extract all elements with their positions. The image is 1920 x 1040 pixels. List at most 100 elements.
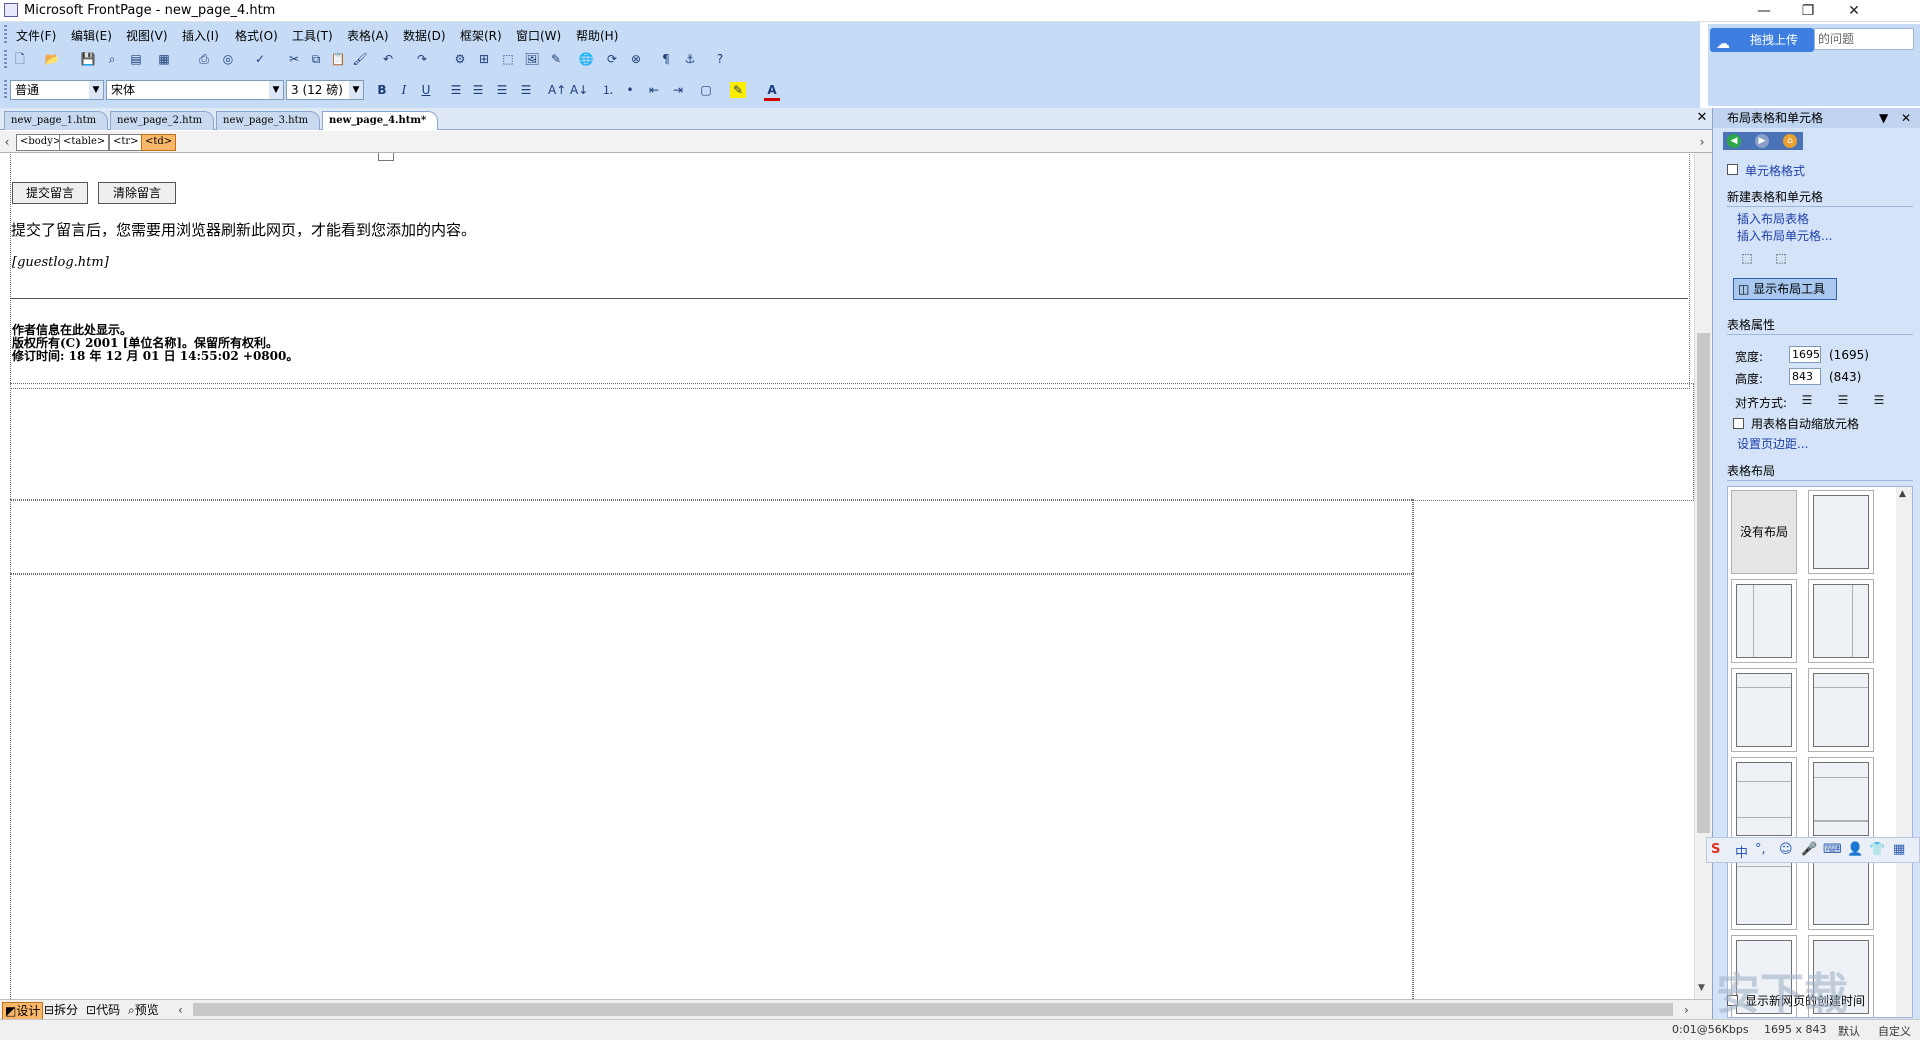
new-page-icon[interactable]: 🗋 xyxy=(12,51,28,67)
design-view-canvas[interactable]: 提交留言 清除留言 提交了留言后，您需要用浏览器刷新此网页，才能看到您添加的内容… xyxy=(0,153,1694,999)
align-center-icon[interactable]: ☰ xyxy=(470,82,486,98)
menu-table[interactable]: 表格(A) xyxy=(347,27,389,44)
emoji-icon[interactable]: ☺ xyxy=(1779,842,1793,857)
scroll-down-icon[interactable]: ▼ xyxy=(1698,983,1705,993)
user-icon[interactable]: 👤 xyxy=(1847,842,1863,857)
layout-option-header-footer[interactable] xyxy=(1808,757,1874,841)
align-right-icon[interactable]: ☰ xyxy=(494,82,510,98)
increase-font-icon[interactable]: A↑ xyxy=(548,82,566,98)
insert-layout-table-link[interactable]: 插入布局表格 xyxy=(1737,210,1809,227)
layout-cell-header[interactable] xyxy=(10,383,1694,501)
hscroll-left-icon[interactable]: ‹ xyxy=(178,1002,183,1018)
highlight-icon[interactable]: ✎ xyxy=(730,82,746,98)
publish-icon[interactable]: ▤ xyxy=(128,51,144,67)
style-select[interactable]: 普通 ▼ xyxy=(10,80,104,100)
copy-icon[interactable]: ⧉ xyxy=(308,51,324,67)
open-folder-icon[interactable]: 📂 xyxy=(44,51,60,67)
restore-button[interactable]: ❐ xyxy=(1786,0,1830,22)
layout-option-header-right[interactable] xyxy=(1808,668,1874,752)
underline-button[interactable]: U xyxy=(418,82,434,98)
folder-list-icon[interactable]: ▦ xyxy=(156,51,172,67)
cut-icon[interactable]: ✂ xyxy=(286,51,302,67)
height-input[interactable]: 843 xyxy=(1789,368,1821,385)
keyboard-icon[interactable]: ⌨ xyxy=(1823,842,1842,857)
tag-scroll-right-icon[interactable]: › xyxy=(1696,134,1708,150)
tab-new-page-4[interactable]: new_page_4.htm* xyxy=(322,111,438,130)
menu-insert[interactable]: 插入(I) xyxy=(182,27,219,44)
font-select[interactable]: 宋体 ▼ xyxy=(106,80,284,100)
layout-option-header-left[interactable] xyxy=(1731,668,1797,752)
tag-body[interactable]: <body> xyxy=(16,134,66,151)
tag-table[interactable]: <table> xyxy=(59,134,110,151)
question-search-input[interactable]: 的问题 xyxy=(1814,28,1914,50)
format-toolbar-grip[interactable] xyxy=(4,80,7,98)
close-tab-icon[interactable]: ✕ xyxy=(1694,110,1710,126)
justify-icon[interactable]: ☰ xyxy=(518,82,534,98)
increase-indent-icon[interactable]: ⇥ xyxy=(670,82,686,98)
vertical-scroll-thumb[interactable] xyxy=(1697,333,1710,833)
format-painter-icon[interactable]: 🖌 xyxy=(352,51,368,67)
table-align-right-icon[interactable]: ☰ xyxy=(1871,392,1887,408)
insert-layer-icon[interactable]: ⬚ xyxy=(500,51,516,67)
decrease-indent-icon[interactable]: ⇤ xyxy=(646,82,662,98)
menu-help[interactable]: 帮助(H) xyxy=(576,27,618,44)
submit-message-button[interactable]: 提交留言 xyxy=(12,182,88,204)
show-layout-tool-button[interactable]: ◫ 显示布局工具 xyxy=(1733,278,1837,300)
italic-button[interactable]: I xyxy=(396,82,412,98)
table-align-left-icon[interactable]: ☰ xyxy=(1799,392,1815,408)
menu-view[interactable]: 视图(V) xyxy=(126,27,168,44)
menubar-grip[interactable] xyxy=(4,25,7,43)
redo-icon[interactable]: ↷ xyxy=(414,51,430,67)
layout-cell-main[interactable] xyxy=(10,573,1414,999)
menu-data[interactable]: 数据(D) xyxy=(403,27,446,44)
paste-icon[interactable]: 📋 xyxy=(330,51,346,67)
align-left-icon[interactable]: ☰ xyxy=(448,82,464,98)
print-icon[interactable]: ⎙ xyxy=(196,51,212,67)
menu-window[interactable]: 窗口(W) xyxy=(516,27,561,44)
refresh-icon[interactable]: ⟳ xyxy=(604,51,620,67)
layout-cell-left-top[interactable] xyxy=(10,499,1414,575)
autoscale-checkbox[interactable] xyxy=(1733,418,1744,429)
minimize-button[interactable]: — xyxy=(1742,0,1786,22)
menu-frames[interactable]: 框架(R) xyxy=(460,27,502,44)
width-input[interactable]: 1695 xyxy=(1789,346,1821,363)
layout-option-three-rows[interactable] xyxy=(1731,757,1797,841)
hscroll-right-icon[interactable]: › xyxy=(1684,1002,1689,1018)
numbered-list-icon[interactable]: ⒈ xyxy=(600,82,616,98)
stop-icon[interactable]: ⊗ xyxy=(628,51,644,67)
toolbar-grip[interactable] xyxy=(4,50,7,68)
ime-punctuation[interactable]: °, xyxy=(1755,842,1766,857)
skin-icon[interactable]: 👕 xyxy=(1869,842,1885,857)
layout-gallery-scrollbar[interactable]: ▲ xyxy=(1896,487,1912,1017)
layout-option-none[interactable]: 没有布局 xyxy=(1731,490,1797,574)
table-align-center-icon[interactable]: ☰ xyxy=(1835,392,1851,408)
drawing-icon[interactable]: ✎ xyxy=(548,51,564,67)
borders-icon[interactable]: ▢ xyxy=(698,82,714,98)
layout-option-single[interactable] xyxy=(1808,490,1874,574)
draw-layout-table-icon[interactable]: ⬚ xyxy=(1739,250,1755,266)
gallery-scroll-up-icon[interactable]: ▲ xyxy=(1899,489,1906,499)
font-color-icon[interactable]: A xyxy=(764,82,780,101)
menu-format[interactable]: 格式(O) xyxy=(235,27,278,44)
close-window-button[interactable]: ✕ xyxy=(1832,0,1876,22)
cell-format-checkbox[interactable] xyxy=(1727,164,1738,175)
cell-format-link[interactable]: 单元格格式 xyxy=(1745,162,1805,179)
upload-button[interactable]: ☁ 拖拽上传 xyxy=(1710,28,1814,52)
hyperlink-icon[interactable]: 🌐 xyxy=(578,51,594,67)
layout-option-left-column[interactable] xyxy=(1731,579,1797,663)
menu-tools[interactable]: 工具(T) xyxy=(292,27,333,44)
tab-new-page-3[interactable]: new_page_3.htm xyxy=(216,111,320,130)
back-icon[interactable]: ◀ xyxy=(1727,134,1741,148)
decrease-font-icon[interactable]: A↓ xyxy=(570,82,588,98)
menu-file[interactable]: 文件(F) xyxy=(16,27,56,44)
clear-message-button[interactable]: 清除留言 xyxy=(98,182,176,204)
view-preview-button[interactable]: ⌕预览 xyxy=(128,1002,159,1018)
font-size-select[interactable]: 3 (12 磅) ▼ xyxy=(286,80,364,100)
insert-table-icon[interactable]: ⊞ xyxy=(476,51,492,67)
home-icon[interactable]: ⌂ xyxy=(1783,134,1797,148)
tag-tr[interactable]: <tr> xyxy=(109,134,143,151)
forward-icon[interactable]: ▶ xyxy=(1755,134,1769,148)
vertical-scrollbar[interactable]: ▼ xyxy=(1694,153,1712,999)
task-pane-menu-icon[interactable]: ▼ xyxy=(1879,108,1888,128)
bullet-list-icon[interactable]: • xyxy=(622,82,638,98)
